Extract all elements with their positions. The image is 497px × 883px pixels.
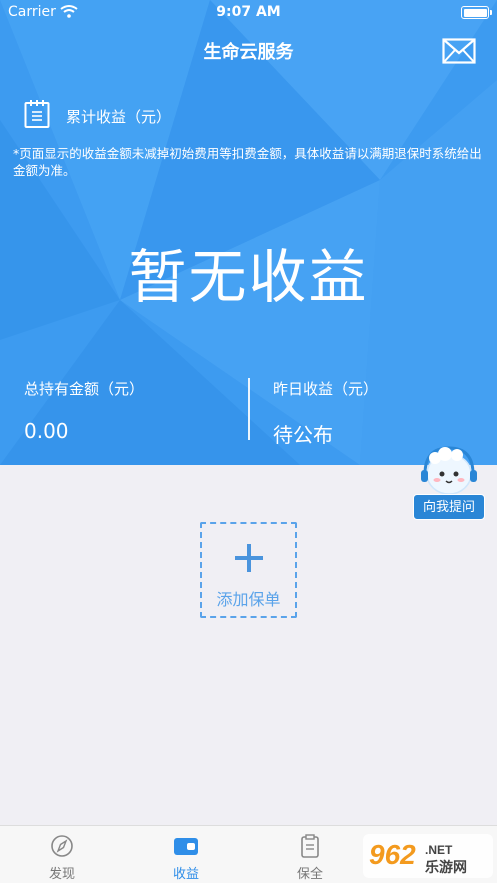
- yesterday-earnings-value: 待公布: [273, 423, 333, 447]
- tab-earnings[interactable]: 收益: [124, 826, 248, 883]
- tab-earnings-label: 收益: [172, 867, 199, 882]
- add-policy-button[interactable]: 添加保单: [200, 522, 297, 618]
- calendar-icon: [24, 100, 50, 128]
- page-title: 生命云服务: [203, 42, 294, 63]
- tab-discover-label: 发现: [48, 867, 75, 882]
- assistant-mascot-icon: [421, 446, 477, 495]
- battery-icon: [461, 6, 492, 19]
- svg-text:乐游网: 乐游网: [425, 859, 467, 876]
- mail-icon[interactable]: [442, 38, 476, 64]
- earnings-disclaimer: *页面显示的收益金额未减掉初始费用等扣费金额，具体收益请以满期退保时系统给出金额…: [13, 146, 482, 178]
- wallet-icon: [174, 838, 198, 855]
- holding-amount-label: 总持有金额（元）: [24, 380, 145, 398]
- compass-icon: [51, 835, 73, 857]
- tab-discover[interactable]: 发现: [0, 826, 124, 883]
- clock: 9:07 AM: [216, 4, 281, 20]
- earnings-value: 暂无收益: [128, 243, 369, 311]
- tab-preservation[interactable]: 保全: [248, 826, 372, 883]
- site-watermark-logo: 962 .NET 乐游网: [363, 834, 493, 878]
- assistant-label: 向我提问: [413, 494, 485, 520]
- svg-text:.NET: .NET: [425, 843, 453, 857]
- holding-amount-value: 0.00: [24, 419, 69, 443]
- add-policy-label: 添加保单: [216, 590, 281, 609]
- clipboard-icon: [301, 834, 319, 858]
- stats-divider: [248, 378, 250, 440]
- tab-preservation-label: 保全: [296, 867, 323, 882]
- status-bar: Carrier 9:07 AM: [0, 0, 497, 26]
- cumulative-earnings-label: 累计收益（元）: [66, 108, 172, 126]
- yesterday-earnings-label: 昨日收益（元）: [273, 380, 379, 398]
- svg-text:962: 962: [369, 839, 416, 870]
- ask-assistant-button[interactable]: 向我提问: [411, 444, 487, 520]
- plus-icon: [233, 542, 265, 574]
